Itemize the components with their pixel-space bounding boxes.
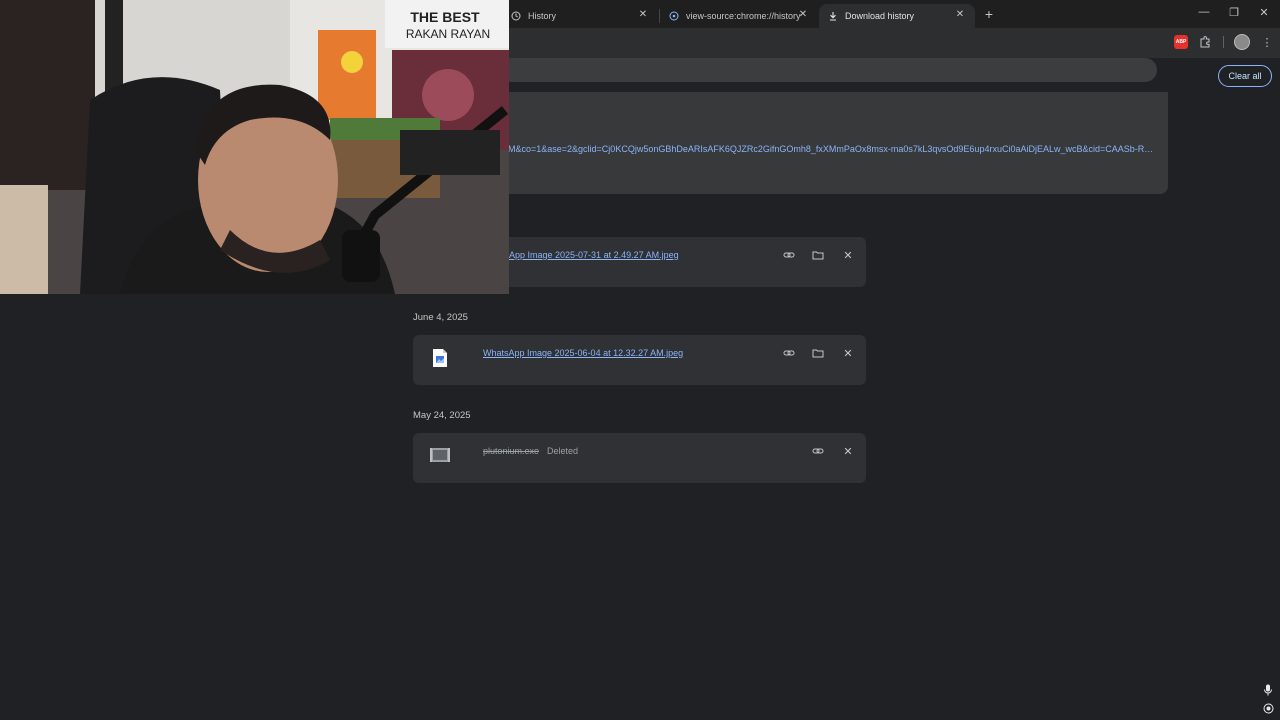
tab-history[interactable]: History ✕	[502, 4, 658, 28]
tab-label: Download history	[845, 11, 915, 21]
new-tab-button[interactable]: +	[982, 6, 996, 22]
show-in-folder-icon[interactable]	[811, 248, 825, 262]
webcam-overlay: THE BEST RAKAN RAYAN	[0, 0, 509, 294]
date-heading: June 4, 2025	[413, 312, 468, 323]
download-file-link[interactable]: WhatsApp Image 2025-06-04 at 12.32.27 AM…	[483, 348, 683, 358]
history-icon	[510, 10, 522, 22]
remove-item-icon[interactable]: ✕	[841, 346, 855, 360]
download-item	[413, 335, 866, 385]
show-in-folder-icon[interactable]	[811, 346, 825, 360]
close-tab-icon[interactable]: ✕	[796, 9, 810, 20]
webcam-scene: THE BEST RAKAN RAYAN	[0, 0, 509, 294]
target-settings-icon[interactable]	[1262, 703, 1274, 715]
tab-download-history[interactable]: Download history ✕	[819, 4, 975, 28]
close-window-icon[interactable]: ✕	[1254, 6, 1274, 19]
restore-icon[interactable]: ❐	[1224, 6, 1244, 19]
download-source-url[interactable]: M&co=1&ase=2&gclid=Cj0KCQjw5onGBhDeARIsA…	[508, 144, 1154, 158]
download-card-top	[430, 92, 1168, 194]
close-tab-icon[interactable]: ✕	[636, 9, 650, 20]
download-item	[413, 433, 866, 483]
globe-icon	[668, 10, 680, 22]
remove-item-icon[interactable]: ✕	[841, 444, 855, 458]
tab-label: History	[528, 11, 557, 21]
microphone-icon[interactable]	[1262, 684, 1274, 696]
poster-line-1: THE BEST	[410, 9, 480, 25]
extensions-puzzle-icon[interactable]	[1196, 33, 1214, 51]
image-file-icon	[432, 348, 448, 368]
poster-line-2: RAKAN RAYAN	[406, 27, 490, 41]
date-heading: May 24, 2025	[413, 410, 471, 421]
remove-item-icon[interactable]: ✕	[841, 248, 855, 262]
tab-view-source[interactable]: view-source:chrome://history ✕	[660, 4, 818, 28]
executable-file-icon	[429, 447, 451, 463]
clear-all-button[interactable]: Clear all	[1218, 65, 1272, 87]
copy-link-icon[interactable]	[811, 444, 825, 458]
download-icon	[827, 10, 839, 22]
tab-label: view-source:chrome://history	[686, 11, 801, 21]
copy-link-icon[interactable]	[782, 248, 796, 262]
menu-kebab-icon[interactable]: ⋮	[1258, 33, 1276, 51]
search-downloads-input[interactable]	[500, 58, 1157, 82]
minimize-icon[interactable]: —	[1194, 6, 1214, 18]
copy-link-icon[interactable]	[782, 346, 796, 360]
close-tab-icon[interactable]: ✕	[953, 9, 967, 20]
download-file-name: plutonium.exe	[483, 446, 540, 456]
adblock-extension-icon[interactable]: ABP	[1174, 35, 1188, 49]
download-status: Deleted	[547, 446, 579, 456]
download-file-link[interactable]: App Image 2025-07-31 at 2.49.27 AM.jpeg	[509, 250, 679, 260]
profile-avatar[interactable]	[1234, 34, 1250, 50]
toolbar-divider	[1223, 36, 1224, 48]
